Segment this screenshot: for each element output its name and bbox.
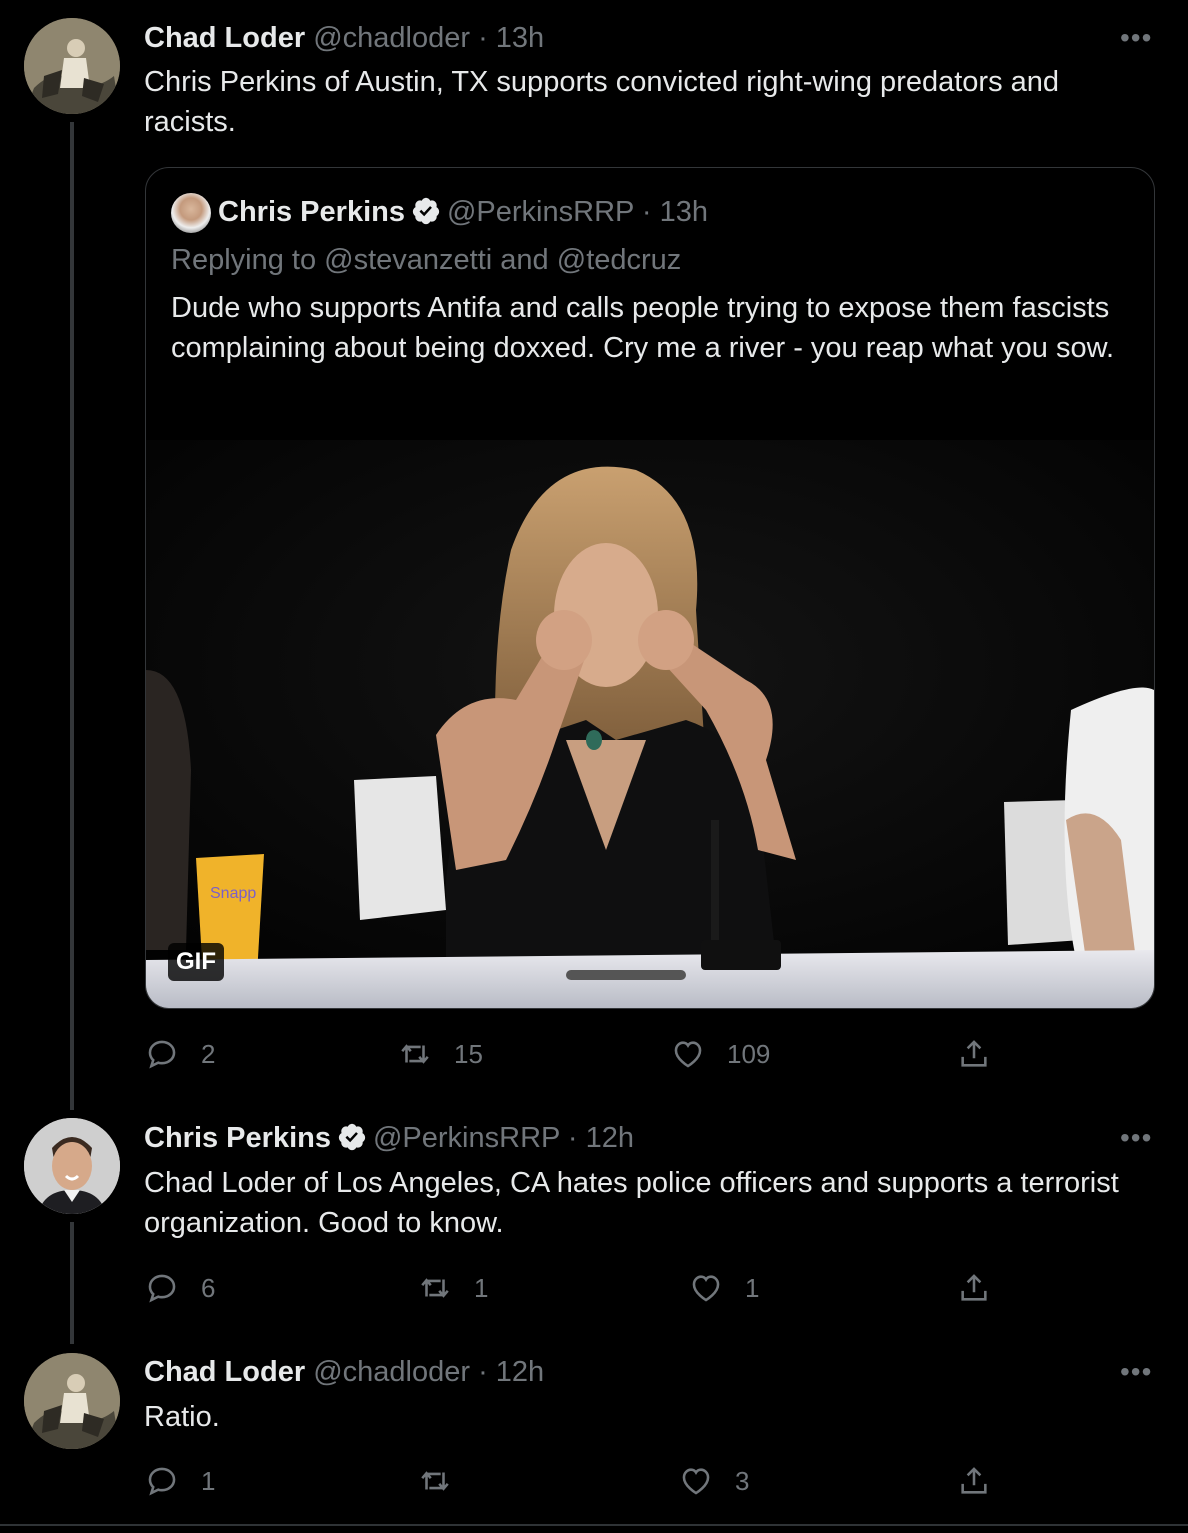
reply-icon bbox=[148, 1467, 176, 1496]
retweet-icon bbox=[421, 1471, 449, 1491]
reply-button[interactable]: 6 bbox=[145, 1268, 215, 1308]
author-name[interactable]: Chad Loder bbox=[144, 1356, 305, 1388]
replying-to: Replying to @stevanzetti and @tedcruz bbox=[171, 242, 681, 278]
avatar-photo bbox=[24, 18, 120, 114]
tweet-1[interactable]: Chad Loder @chadloder · 13h ••• Chris Pe… bbox=[0, 0, 1188, 1110]
retweet-button[interactable]: 1 bbox=[418, 1268, 488, 1308]
avatar[interactable] bbox=[24, 1353, 120, 1449]
author-handle[interactable]: @chadloder bbox=[313, 22, 470, 54]
gif-media[interactable]: Snapp GIF bbox=[146, 440, 1154, 1008]
quote-author-name: Chris Perkins bbox=[218, 196, 405, 228]
like-count: 1 bbox=[745, 1272, 760, 1303]
tweet-text: Chris Perkins of Austin, TX supports con… bbox=[144, 66, 1060, 138]
more-icon[interactable]: ••• bbox=[1120, 22, 1152, 54]
tweet-actions: 6 1 1 bbox=[0, 1268, 1188, 1308]
share-button[interactable] bbox=[957, 1461, 991, 1501]
share-icon bbox=[961, 1274, 987, 1301]
quote-timestamp: 13h bbox=[659, 196, 709, 228]
tweet-header: Chris Perkins @PerkinsRRP · 12h bbox=[144, 1120, 634, 1156]
retweet-icon bbox=[421, 1278, 449, 1298]
quote-avatar bbox=[171, 193, 211, 233]
like-button[interactable]: 3 bbox=[679, 1461, 749, 1501]
retweet-count: 15 bbox=[454, 1038, 483, 1069]
tweet-2[interactable]: Chris Perkins @PerkinsRRP · 12h ••• Chad … bbox=[0, 1110, 1188, 1344]
separator-dot: · bbox=[478, 1356, 488, 1388]
like-count: 3 bbox=[735, 1465, 750, 1496]
verified-badge-icon bbox=[338, 1123, 366, 1151]
reply-button[interactable]: 2 bbox=[145, 1034, 215, 1074]
like-icon bbox=[692, 1275, 720, 1302]
separator-dot: · bbox=[478, 22, 488, 54]
author-name[interactable]: Chad Loder bbox=[144, 22, 305, 54]
share-icon bbox=[961, 1040, 987, 1067]
reply-mention-1[interactable]: @stevanzetti bbox=[324, 244, 492, 276]
quote-author-handle: @PerkinsRRP bbox=[446, 196, 634, 228]
reply-count: 2 bbox=[201, 1038, 216, 1069]
reply-and: and bbox=[500, 244, 549, 276]
cup-label: Snapp bbox=[210, 885, 256, 902]
retweet-button[interactable]: 15 bbox=[398, 1034, 483, 1074]
gif-badge: GIF bbox=[168, 943, 224, 981]
tweet-3[interactable]: Chad Loder @chadloder · 12h ••• Ratio. 1… bbox=[0, 1344, 1188, 1524]
reply-count: 6 bbox=[201, 1272, 216, 1303]
avatar[interactable] bbox=[24, 18, 120, 114]
avatar[interactable] bbox=[24, 1118, 120, 1214]
tweet-header: Chad Loder @chadloder · 12h bbox=[144, 1354, 544, 1390]
reply-button[interactable]: 1 bbox=[145, 1461, 215, 1501]
reply-icon bbox=[148, 1274, 176, 1303]
retweet-count: 1 bbox=[474, 1272, 489, 1303]
replying-prefix: Replying to bbox=[171, 244, 317, 276]
reply-icon bbox=[148, 1040, 176, 1069]
like-icon bbox=[682, 1468, 710, 1495]
author-name[interactable]: Chris Perkins bbox=[144, 1122, 331, 1154]
retweet-button[interactable] bbox=[418, 1461, 474, 1501]
quote-header: Chris Perkins @PerkinsRRP · 13h bbox=[218, 194, 708, 230]
separator-dot: · bbox=[641, 196, 652, 228]
verified-badge-icon bbox=[412, 197, 440, 225]
tweet-header: Chad Loder @chadloder · 13h bbox=[144, 20, 544, 56]
timestamp[interactable]: 12h bbox=[496, 1356, 544, 1388]
share-button[interactable] bbox=[957, 1268, 991, 1308]
share-icon bbox=[961, 1467, 987, 1494]
tweet-text: Ratio. bbox=[144, 1401, 220, 1433]
tweet-actions: 1 3 bbox=[0, 1461, 1188, 1501]
more-icon[interactable]: ••• bbox=[1120, 1356, 1152, 1388]
author-handle[interactable]: @PerkinsRRP bbox=[373, 1122, 560, 1154]
tweet-actions: 2 15 109 bbox=[0, 1034, 1188, 1074]
divider bbox=[0, 1524, 1188, 1526]
author-handle[interactable]: @chadloder bbox=[313, 1356, 470, 1388]
separator-dot: · bbox=[567, 1122, 578, 1154]
timestamp[interactable]: 13h bbox=[496, 22, 544, 54]
reply-mention-2[interactable]: @tedcruz bbox=[557, 244, 682, 276]
avatar-photo bbox=[24, 1118, 120, 1214]
timestamp[interactable]: 12h bbox=[586, 1122, 634, 1154]
retweet-icon bbox=[401, 1044, 429, 1064]
share-button[interactable] bbox=[957, 1034, 991, 1074]
gif-image: Snapp bbox=[146, 440, 1154, 1008]
like-icon bbox=[674, 1041, 702, 1068]
more-icon[interactable]: ••• bbox=[1120, 1122, 1152, 1154]
quote-text: Dude who supports Antifa and calls peopl… bbox=[171, 292, 1114, 364]
like-count: 109 bbox=[727, 1038, 771, 1069]
tweet-text: Chad Loder of Los Angeles, CA hates poli… bbox=[144, 1167, 1119, 1239]
reply-count: 1 bbox=[201, 1465, 216, 1496]
thread-line bbox=[70, 122, 74, 1110]
like-button[interactable]: 1 bbox=[689, 1268, 759, 1308]
like-button[interactable]: 109 bbox=[671, 1034, 770, 1074]
quoted-tweet[interactable]: Chris Perkins @PerkinsRRP · 13h Replying … bbox=[145, 167, 1155, 1009]
avatar-photo bbox=[24, 1353, 120, 1449]
